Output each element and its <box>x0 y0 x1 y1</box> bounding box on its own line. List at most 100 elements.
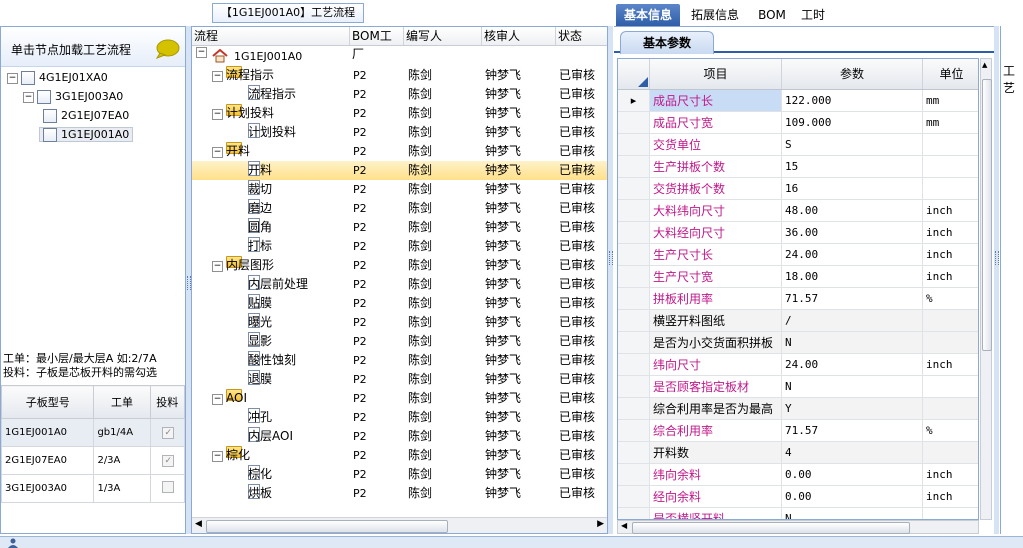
row-header[interactable] <box>618 420 650 442</box>
param-unit[interactable]: inch <box>923 486 978 508</box>
feed-checkbox[interactable] <box>162 481 175 493</box>
param-row[interactable]: 是否横竖开料 N <box>618 508 978 519</box>
flow-group-row[interactable]: − 流程指示 P2 陈剑 钟梦飞 已审核 <box>192 66 607 85</box>
collapse-icon[interactable]: − <box>212 147 223 158</box>
param-value[interactable]: 16 <box>782 178 923 200</box>
param-value[interactable]: S <box>782 134 923 156</box>
row-header[interactable] <box>618 178 650 200</box>
flow-step-row[interactable]: 裁切 P2 陈剑 钟梦飞 已审核 <box>192 180 607 199</box>
col-flow[interactable]: 流程 <box>192 27 350 45</box>
collapse-icon[interactable]: − <box>212 394 223 405</box>
col-status[interactable]: 状态 <box>556 27 607 45</box>
row-header[interactable] <box>618 376 650 398</box>
row-header[interactable] <box>618 134 650 156</box>
flow-step-row[interactable]: 贴膜 P2 陈剑 钟梦飞 已审核 <box>192 294 607 313</box>
param-row[interactable]: 是否顾客指定板材 N <box>618 376 978 398</box>
param-unit[interactable] <box>923 178 978 200</box>
param-value[interactable]: 18.00 <box>782 266 923 288</box>
flow-hscrollbar[interactable]: ◀ ▶ <box>192 517 607 533</box>
col-unit[interactable]: 单位 <box>923 59 978 89</box>
flow-group-row[interactable]: − 内层图形 P2 陈剑 钟梦飞 已审核 <box>192 256 607 275</box>
param-unit[interactable]: mm <box>923 90 978 112</box>
param-row[interactable]: 经向余料 0.00 inch <box>618 486 978 508</box>
scroll-up-icon[interactable]: ▲ <box>982 61 987 69</box>
param-row[interactable]: 大料纬向尺寸 48.00 inch <box>618 200 978 222</box>
row-header[interactable] <box>618 332 650 354</box>
param-value[interactable]: 48.00 <box>782 200 923 222</box>
collapse-icon[interactable]: − <box>212 109 223 120</box>
feed-checkbox[interactable]: ✓ <box>162 454 175 467</box>
param-unit[interactable] <box>923 310 978 332</box>
tab-basic-params[interactable]: 基本参数 <box>620 31 714 54</box>
col-param[interactable]: 参数 <box>782 59 923 89</box>
param-row[interactable]: 是否为小交货面积拼板 N <box>618 332 978 354</box>
flow-group-row[interactable]: − 棕化 P2 陈剑 钟梦飞 已审核 <box>192 446 607 465</box>
tree-node[interactable]: 2G1EJ07EA0 <box>43 107 129 125</box>
tree-node[interactable]: −4G1EJ01XA0 <box>7 69 108 87</box>
param-value[interactable]: 0.00 <box>782 486 923 508</box>
param-row[interactable]: 大料经向尺寸 36.00 inch <box>618 222 978 244</box>
flow-step-row[interactable]: 酸性蚀刻 P2 陈剑 钟梦飞 已审核 <box>192 351 607 370</box>
col-writer[interactable]: 编写人 <box>404 27 482 45</box>
grid-corner[interactable] <box>618 59 650 89</box>
flow-step-row[interactable]: 冲孔 P2 陈剑 钟梦飞 已审核 <box>192 408 607 427</box>
tab-basic-info[interactable]: 基本信息 <box>616 4 680 26</box>
flow-step-row[interactable]: 磨边 P2 陈剑 钟梦飞 已审核 <box>192 199 607 218</box>
param-value[interactable]: / <box>782 310 923 332</box>
scroll-thumb[interactable] <box>206 520 448 533</box>
table-row[interactable]: 1G1EJ001A0 gb1/4A ✓ <box>0 418 185 447</box>
flow-group-row[interactable]: − AOI P2 陈剑 钟梦飞 已审核 <box>192 389 607 408</box>
collapse-icon[interactable]: − <box>7 72 18 84</box>
param-unit[interactable] <box>923 156 978 178</box>
right-splitter[interactable] <box>994 26 999 534</box>
col-reviewer[interactable]: 核审人 <box>482 27 556 45</box>
param-value[interactable]: N <box>782 332 923 354</box>
scroll-left-icon[interactable]: ◀ <box>195 519 202 529</box>
tree-node[interactable]: −3G1EJ003A0 <box>23 88 123 106</box>
param-row[interactable]: 生产尺寸宽 18.00 inch <box>618 266 978 288</box>
param-row[interactable]: 生产尺寸长 24.00 inch <box>618 244 978 266</box>
flow-step-row[interactable]: 显影 P2 陈剑 钟梦飞 已审核 <box>192 332 607 351</box>
mid-splitter[interactable] <box>608 26 613 534</box>
param-value[interactable]: N <box>782 508 923 519</box>
param-row[interactable]: ▸ 成品尺寸长 122.000 mm <box>618 90 978 112</box>
scroll-right-icon[interactable]: ▶ <box>597 519 604 529</box>
flow-root[interactable]: − 1G1EJ001A0 <box>192 47 607 66</box>
param-value[interactable]: 71.57 <box>782 288 923 310</box>
flow-group-row[interactable]: − 开料 P2 陈剑 钟梦飞 已审核 <box>192 142 607 161</box>
param-value[interactable]: 0.00 <box>782 464 923 486</box>
flow-step-row[interactable]: 计划投料 P2 陈剑 钟梦飞 已审核 <box>192 123 607 142</box>
param-value[interactable]: 15 <box>782 156 923 178</box>
param-row[interactable]: 纬向尺寸 24.00 inch <box>618 354 978 376</box>
param-row[interactable]: 开料数 4 <box>618 442 978 464</box>
row-header[interactable] <box>618 222 650 244</box>
param-row[interactable]: 成品尺寸宽 109.000 mm <box>618 112 978 134</box>
collapsed-panel[interactable]: 工艺 <box>1000 26 1023 534</box>
row-header[interactable] <box>618 464 650 486</box>
param-row[interactable]: 拼板利用率 71.57% <box>618 288 978 310</box>
col-factory[interactable]: BOM工厂 <box>350 27 404 61</box>
param-row[interactable]: 纬向余料 0.00 inch <box>618 464 978 486</box>
param-row[interactable]: 综合利用率是否为最高 Y <box>618 398 978 420</box>
param-value[interactable]: Y <box>782 398 923 420</box>
row-header[interactable] <box>618 200 650 222</box>
flow-step-row[interactable]: 流程指示 P2 陈剑 钟梦飞 已审核 <box>192 85 607 104</box>
row-header[interactable] <box>618 156 650 178</box>
table-row[interactable]: 2G1EJ07EA0 2/3A ✓ <box>0 446 185 475</box>
row-header[interactable] <box>618 112 650 134</box>
param-unit[interactable]: inch <box>923 464 978 486</box>
grid-hscrollbar[interactable]: ◀ <box>617 520 979 534</box>
tab-bom[interactable]: BOM <box>754 4 790 26</box>
param-row[interactable]: 综合利用率 71.57% <box>618 420 978 442</box>
table-row[interactable]: 3G1EJ003A0 1/3A <box>0 474 185 503</box>
scroll-thumb[interactable] <box>982 79 992 351</box>
param-value[interactable]: 109.000 <box>782 112 923 134</box>
row-header[interactable] <box>618 310 650 332</box>
flow-step-row[interactable]: 退膜 P2 陈剑 钟梦飞 已审核 <box>192 370 607 389</box>
collapse-icon[interactable]: − <box>212 71 223 82</box>
flow-step-row[interactable]: 打标 P2 陈剑 钟梦飞 已审核 <box>192 237 607 256</box>
tab-work-hours[interactable]: 工时 <box>798 4 828 26</box>
row-header[interactable] <box>618 442 650 464</box>
row-header[interactable]: ▸ <box>618 90 650 112</box>
col-model[interactable]: 子板型号 <box>0 385 95 419</box>
